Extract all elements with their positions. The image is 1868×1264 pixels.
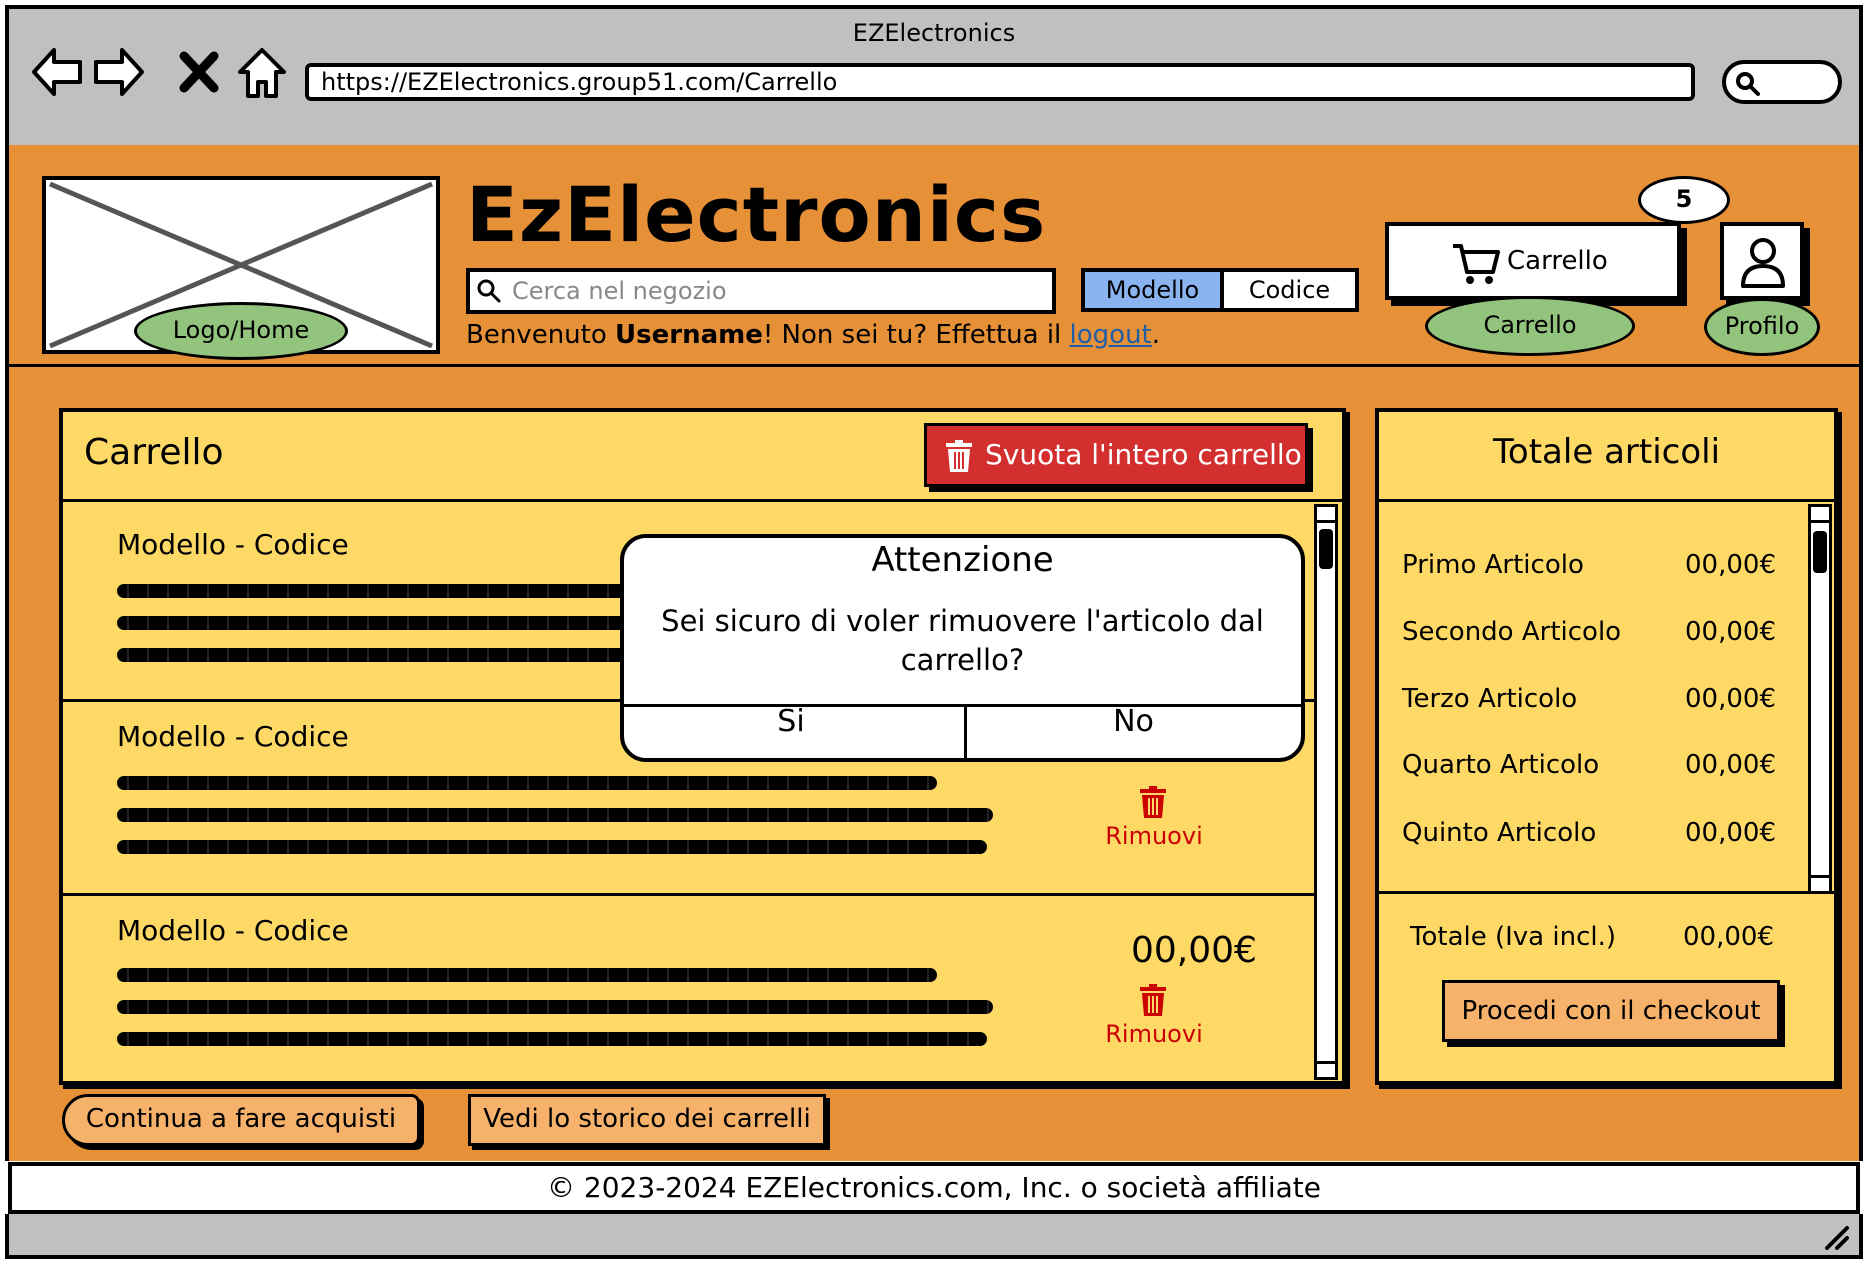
checkout-button[interactable]: Procedi con il checkout	[1442, 980, 1780, 1042]
welcome-prefix: Benvenuto	[466, 320, 616, 350]
article-price: 00,00€	[1685, 818, 1776, 848]
profile-link[interactable]: Profilo	[1704, 298, 1820, 356]
shopping-cart-icon	[1453, 244, 1500, 284]
welcome-middle: ! Non sei tu? Effettua il	[762, 320, 1070, 350]
forward-arrow-icon[interactable]	[88, 42, 148, 102]
totals-list-divider	[1375, 891, 1838, 894]
trash-icon	[1140, 984, 1166, 1016]
total-label: Totale (Iva incl.)	[1410, 922, 1617, 952]
article-name: Secondo Articolo	[1402, 617, 1622, 647]
search-mode-codice[interactable]: Codice	[1224, 268, 1359, 312]
item-title: Modello - Codice	[117, 720, 349, 753]
dialog-yes-button[interactable]: Si	[620, 704, 962, 739]
browser-search-field[interactable]	[1722, 60, 1842, 104]
back-arrow-icon[interactable]	[28, 42, 88, 102]
logout-link[interactable]: logout	[1070, 320, 1152, 350]
scroll-up-arrow-icon[interactable]	[1317, 507, 1335, 523]
search-mode-modello[interactable]: Modello	[1081, 268, 1224, 312]
dialog-title: Attenzione	[871, 540, 1054, 580]
empty-cart-button[interactable]: Svuota l'intero carrello	[924, 423, 1308, 487]
dialog-message: Sei sicuro di voler rimuovere l'articolo…	[661, 604, 1264, 677]
item-description	[117, 776, 937, 790]
item-title: Modello - Codice	[117, 528, 349, 561]
totals-scrollbar[interactable]	[1808, 504, 1832, 894]
brand-title: EzElectronics	[466, 170, 1047, 259]
search-icon	[1736, 72, 1760, 96]
welcome-message: Benvenuto Username! Non sei tu? Effettua…	[466, 320, 1160, 350]
cart-scrollbar[interactable]	[1314, 504, 1338, 1080]
item-description	[117, 840, 987, 854]
cart-item: Modello - Codice 00,00€ Rimuovi	[59, 896, 1314, 1080]
totals-title: Totale articoli	[1492, 432, 1721, 472]
search-icon	[477, 279, 501, 303]
resize-handle-icon[interactable]	[1823, 1224, 1851, 1250]
cart-button-label: Carrello	[1507, 246, 1608, 276]
url-bar[interactable]: https://EZElectronics.group51.com/Carrel…	[305, 63, 1695, 101]
profile-button[interactable]	[1720, 222, 1804, 300]
store-search-input[interactable]: Cerca nel negozio	[466, 268, 1056, 314]
cart-history-button[interactable]: Vedi lo storico dei carrelli	[468, 1094, 826, 1146]
article-name: Primo Articolo	[1402, 550, 1584, 580]
scrollbar-thumb[interactable]	[1319, 529, 1333, 569]
remove-label: Rimuovi	[1105, 1020, 1203, 1048]
cart-link[interactable]: Carrello	[1425, 296, 1635, 356]
logo-home-link[interactable]: Logo/Home	[134, 302, 348, 360]
item-description	[117, 1032, 987, 1046]
footer: © 2023-2024 EZElectronics.com, Inc. o so…	[8, 1162, 1860, 1214]
article-name: Quinto Articolo	[1402, 818, 1597, 848]
welcome-suffix: .	[1151, 320, 1161, 350]
user-icon	[1741, 238, 1785, 288]
header-divider	[5, 364, 1863, 367]
article-price: 00,00€	[1685, 550, 1776, 580]
cart-button[interactable]: Carrello	[1385, 222, 1681, 300]
trash-icon	[946, 440, 972, 472]
item-description	[117, 968, 937, 982]
cart-count-badge: 5	[1638, 176, 1730, 224]
remove-label: Rimuovi	[1105, 822, 1203, 850]
item-price: 00,00€	[1131, 930, 1257, 971]
item-description	[117, 648, 637, 662]
article-name: Quarto Articolo	[1402, 750, 1600, 780]
scroll-down-arrow-icon[interactable]	[1317, 1061, 1335, 1077]
stop-icon[interactable]	[176, 42, 222, 102]
article-price: 00,00€	[1685, 684, 1776, 714]
article-price: 00,00€	[1685, 750, 1776, 780]
item-description	[117, 1000, 993, 1014]
item-description	[117, 616, 637, 630]
scroll-down-arrow-icon[interactable]	[1811, 875, 1829, 891]
home-icon[interactable]	[232, 42, 292, 102]
username: Username	[615, 320, 763, 350]
scroll-up-arrow-icon[interactable]	[1811, 507, 1829, 523]
total-value: 00,00€	[1683, 922, 1774, 952]
trash-icon	[1140, 786, 1166, 818]
item-title: Modello - Codice	[117, 914, 349, 947]
continue-shopping-button[interactable]: Continua a fare acquisti	[62, 1094, 420, 1146]
empty-cart-label: Svuota l'intero carrello	[985, 438, 1302, 471]
article-price: 00,00€	[1685, 617, 1776, 647]
totals-header-divider	[1375, 499, 1838, 502]
dialog-no-button[interactable]: No	[962, 704, 1305, 739]
status-bar	[5, 1214, 1863, 1259]
cart-title: Carrello	[84, 432, 224, 473]
item-description	[117, 808, 993, 822]
scrollbar-thumb[interactable]	[1813, 531, 1827, 573]
item-description	[117, 584, 627, 598]
article-name: Terzo Articolo	[1402, 684, 1578, 714]
